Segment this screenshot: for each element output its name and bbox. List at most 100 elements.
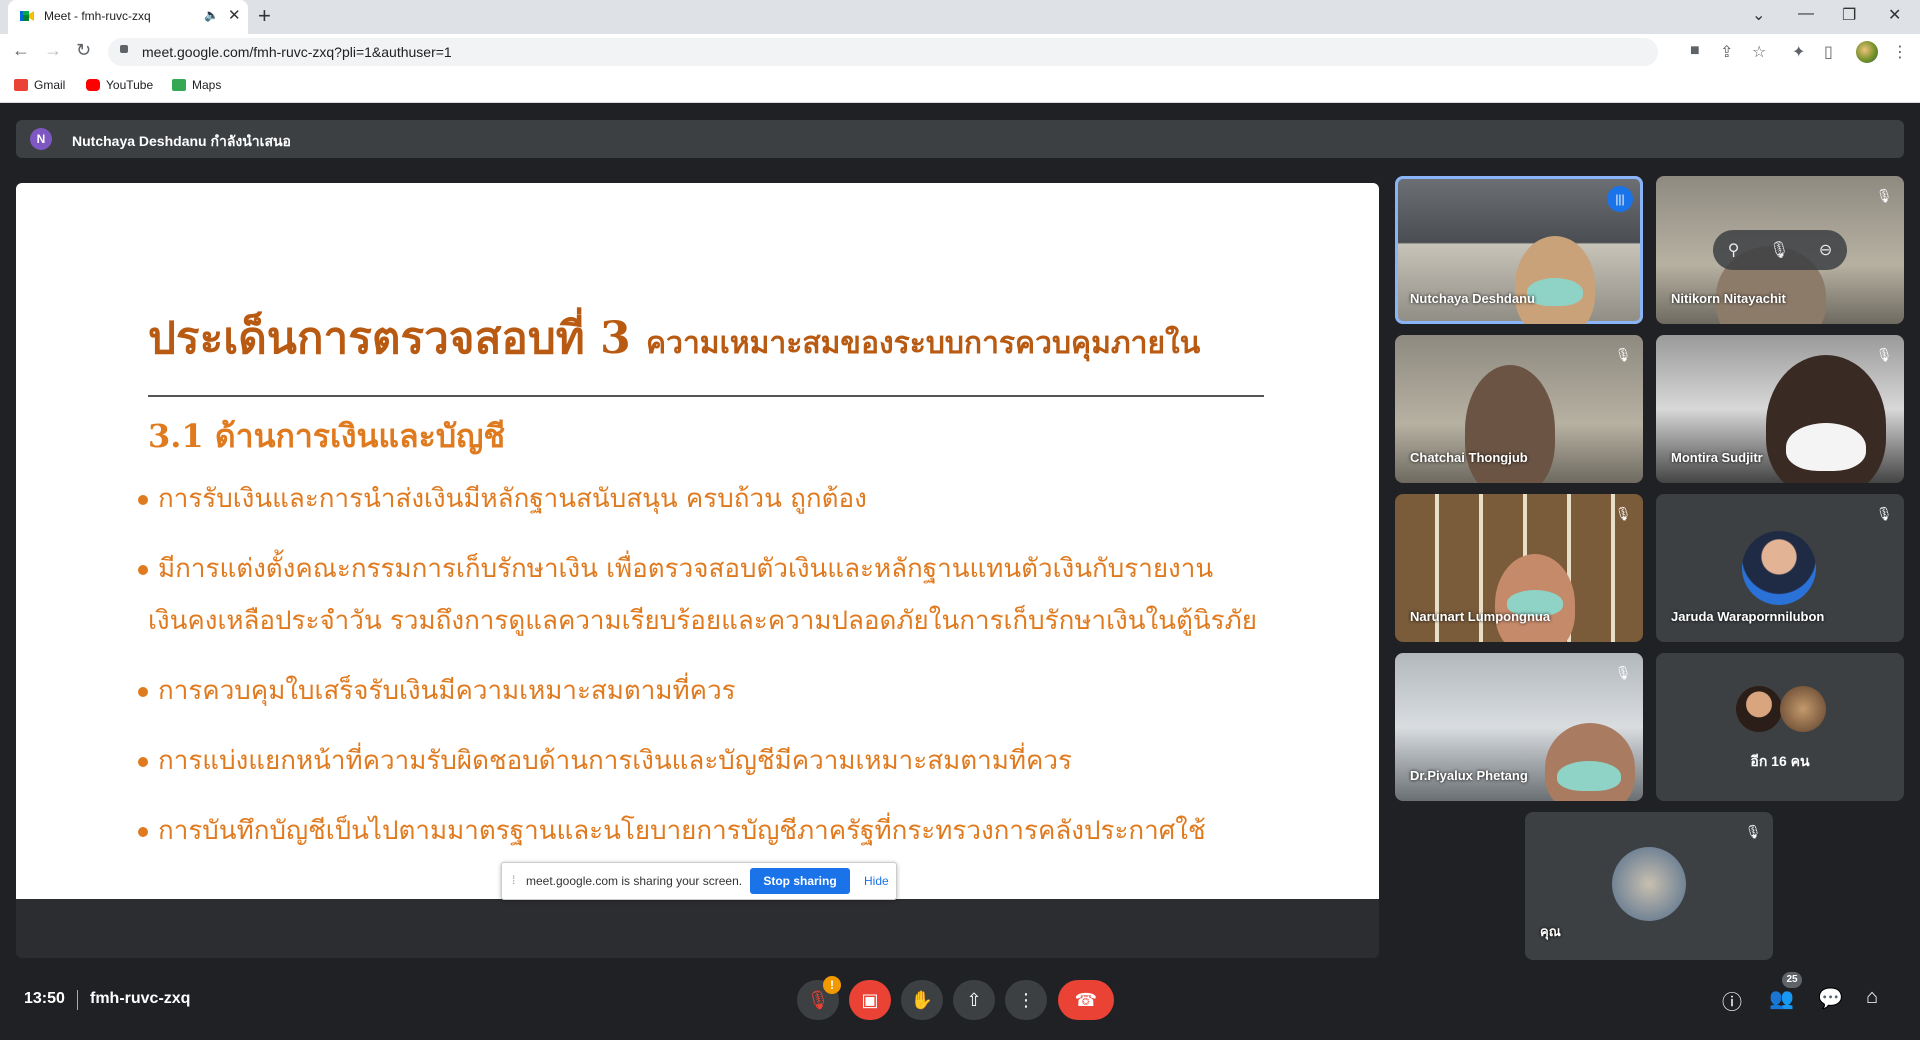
forward-icon[interactable]: →	[44, 40, 62, 61]
participant-count-badge: 25	[1782, 972, 1802, 988]
participant-mask	[1786, 423, 1866, 471]
tab-close-icon[interactable]: ✕	[228, 6, 241, 24]
present-button[interactable]: ⇧	[953, 980, 995, 1020]
camera-off-icon: ▣	[861, 990, 879, 1010]
mic-off-icon: 🎙	[1614, 506, 1632, 521]
participant-avatar	[1780, 686, 1826, 732]
mute-participant-icon[interactable]: 🎙	[1769, 240, 1789, 260]
camera-button[interactable]: ▣	[849, 980, 891, 1020]
mic-off-icon: 🎙	[1614, 347, 1632, 362]
bookmarks-bar: Gmail YouTube Maps	[0, 70, 1920, 103]
stop-sharing-button[interactable]: Stop sharing	[750, 868, 850, 894]
bullet-dot	[138, 565, 148, 575]
bullet-text: เงินคงเหลือประจำวัน รวมถึงการดูแลความเรี…	[148, 606, 1257, 636]
microphone-button[interactable]: 🎙 !	[797, 976, 841, 1020]
raise-hand-button[interactable]: ✋	[901, 980, 943, 1020]
participant-tile[interactable]: 🎙 Dr.Piyalux Phetang	[1395, 653, 1643, 801]
mic-off-icon: 🎙	[806, 990, 830, 1010]
tab-title: Meet - fmh-ruvc-zxq	[44, 9, 151, 23]
participant-tile[interactable]: 🎙 Chatchai Thongjub	[1395, 335, 1643, 483]
speaker-icon[interactable]: 🔈	[204, 8, 219, 22]
mic-off-icon: 🎙	[1875, 506, 1893, 521]
pin-icon[interactable]: ⚲	[1728, 240, 1740, 260]
lock-icon	[120, 45, 128, 53]
youtube-icon	[86, 79, 100, 91]
bullet-dot	[138, 495, 148, 505]
participant-tile[interactable]: 🎙 Montira Sudjitr	[1656, 335, 1904, 483]
participant-name: Jaruda Waraporn­nilubon	[1671, 609, 1825, 624]
side-panel-icon[interactable]: ▯	[1824, 42, 1833, 62]
mic-off-icon: 🎙	[1744, 824, 1762, 839]
extensions-icon[interactable]: ✦	[1792, 42, 1805, 62]
participant-tile[interactable]: ||| Nutchaya Deshdanu	[1395, 176, 1643, 324]
bookmark-gmail[interactable]: Gmail	[14, 78, 65, 92]
chat-icon[interactable]: 💬	[1818, 986, 1843, 1011]
bookmark-maps[interactable]: Maps	[172, 78, 221, 92]
more-options-button[interactable]: ⋮	[1005, 980, 1047, 1020]
tab-strip: Meet - fmh-ruvc-zxq 🔈 ✕ + ⌄ — ❐ ✕	[0, 0, 1920, 34]
profile-avatar[interactable]	[1856, 41, 1878, 63]
bullet-text: การแบ่งแยกหน้าที่ความรับผิดชอบด้านการเงิ…	[158, 746, 1072, 776]
tile-hover-controls: ⚲ 🎙 ⊖	[1713, 230, 1847, 270]
participant-tile[interactable]: 🎙 Narunart Lumpongnua	[1395, 494, 1643, 642]
slide-title-main: ประเด็นการตรวจสอบที่ 3	[148, 313, 631, 364]
bookmark-star-icon[interactable]: ☆	[1752, 42, 1766, 62]
hang-up-icon: ☎	[1074, 990, 1098, 1010]
participant-avatar	[1742, 531, 1816, 605]
address-bar[interactable]: meet.google.com/fmh-ruvc-zxq?pli=1&authu…	[108, 38, 1658, 66]
participant-mask	[1557, 761, 1621, 791]
new-tab-icon[interactable]: +	[258, 3, 271, 29]
camera-icon[interactable]: ■	[1690, 42, 1700, 60]
slide-bullet: การแบ่งแยกหน้าที่ความรับผิดชอบด้านการเงิ…	[138, 735, 1072, 787]
self-tile[interactable]: 🎙 คุณ	[1525, 812, 1773, 960]
hand-icon: ✋	[910, 990, 934, 1010]
hide-button[interactable]: Hide	[864, 874, 889, 888]
tab-search-icon[interactable]: ⌄	[1752, 5, 1765, 25]
participant-mask	[1527, 278, 1583, 306]
warning-badge-icon: !	[823, 976, 841, 994]
menu-dots-icon[interactable]: ⋮	[1892, 42, 1908, 62]
gmail-icon	[14, 79, 28, 91]
bookmark-label: Maps	[192, 78, 222, 92]
mic-off-icon: 🎙	[1875, 188, 1893, 203]
presenter-text: Nutchaya Deshdanu กำลังนำเสนอ	[72, 133, 291, 149]
presentation-stage: ประเด็นการตรวจสอบที่ 3 ความเหมาะสมของระบ…	[16, 183, 1379, 958]
share-icon[interactable]: ⇪	[1720, 42, 1733, 62]
more-participants-tile[interactable]: อีก 16 คน	[1656, 653, 1904, 801]
slide-title: ประเด็นการตรวจสอบที่ 3 ความเหมาะสมของระบ…	[148, 303, 1200, 373]
mic-off-icon: 🎙	[1875, 347, 1893, 362]
participant-video	[1465, 365, 1555, 483]
slide-title-sub: ความเหมาะสมของระบบการควบคุมภายใน	[646, 326, 1201, 361]
drag-handle-icon[interactable]: ⁞	[512, 873, 515, 887]
slide-bullet: การควบคุมใบเสร็จรับเงินมีความเหมาะสมตามท…	[138, 665, 736, 717]
meeting-info-icon[interactable]: ⓘ	[1722, 986, 1742, 1015]
slide-section: 3.1 ด้านการเงินและบัญชี	[148, 417, 506, 455]
self-name: คุณ	[1540, 924, 1561, 939]
separator	[77, 990, 78, 1010]
more-participants-label: อีก 16 คน	[1750, 753, 1810, 769]
bookmark-youtube[interactable]: YouTube	[86, 78, 153, 92]
leave-call-button[interactable]: ☎	[1058, 980, 1114, 1020]
maps-icon	[172, 79, 186, 91]
back-icon[interactable]: ←	[12, 40, 30, 61]
reload-icon[interactable]: ↻	[76, 40, 91, 61]
minimize-icon[interactable]: —	[1798, 5, 1814, 23]
browser-tab[interactable]: Meet - fmh-ruvc-zxq 🔈 ✕	[8, 0, 248, 34]
bullet-dot	[138, 827, 148, 837]
share-message: meet.google.com is sharing your screen.	[526, 874, 743, 888]
restore-icon[interactable]: ❐	[1842, 5, 1856, 25]
meet-favicon-icon	[20, 11, 34, 21]
screen-share-banner: ⁞ meet.google.com is sharing your screen…	[501, 862, 897, 900]
close-window-icon[interactable]: ✕	[1888, 5, 1901, 25]
slide-bullet: มีการแต่งตั้งคณะกรรมการเก็บรักษาเงิน เพื…	[138, 543, 1213, 595]
browser-toolbar: ← → ↻ meet.google.com/fmh-ruvc-zxq?pli=1…	[0, 34, 1920, 70]
participant-tile[interactable]: 🎙 Jaruda Waraporn­nilubon	[1656, 494, 1904, 642]
bullet-dot	[138, 757, 148, 767]
self-avatar	[1612, 847, 1686, 921]
people-icon[interactable]: 👥	[1769, 986, 1794, 1011]
participant-name: Nitikorn Nitayachit	[1671, 291, 1786, 306]
activities-icon[interactable]: ⌂	[1866, 986, 1878, 1009]
remove-icon[interactable]: ⊖	[1819, 240, 1832, 260]
participant-tile[interactable]: ⚲ 🎙 ⊖ 🎙 Nitikorn Nitayachit	[1656, 176, 1904, 324]
participant-name: Narunart Lumpongnua	[1410, 609, 1551, 624]
